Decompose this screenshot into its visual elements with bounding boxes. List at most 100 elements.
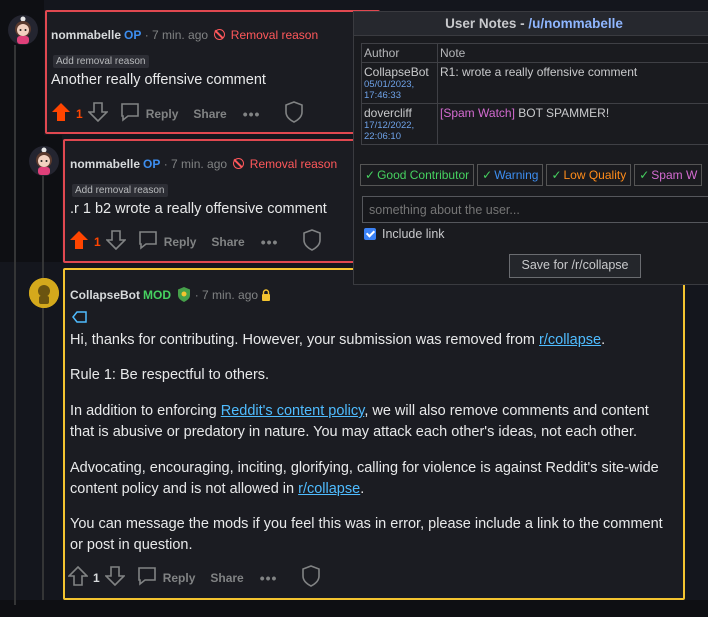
downvote-icon[interactable] [86,101,109,127]
check-icon: ✓ [639,168,650,182]
score: 1 [76,107,83,121]
comment-meta: CollapseBot MOD · 7 min. ago [70,287,271,305]
op-badge: OP [124,28,142,42]
note-type-low-quality[interactable]: ✓ Low Quality [546,164,632,186]
note-type-spam-watch[interactable]: ✓ Spam W [634,164,703,186]
avatar[interactable] [8,15,38,45]
op-badge: OP [143,157,161,171]
avatar[interactable] [29,146,59,176]
check-icon: ✓ [365,168,376,182]
lock-icon [261,289,271,304]
note-text: BOT SPAMMER! [514,106,610,120]
reply-icon[interactable] [120,102,140,127]
timestamp[interactable]: · 7 min. ago [145,28,208,42]
share-button[interactable]: Share [211,235,244,249]
reply-icon[interactable] [138,230,158,255]
removal-reason-link[interactable]: Removal reason [231,28,318,42]
note-type-good-contributor[interactable]: ✓ Good Contributor [360,164,475,186]
timestamp[interactable]: · 7 min. ago [164,157,227,171]
include-link-checkbox[interactable] [364,228,376,240]
comment-body-p3-line2: that is abusive or predatory in nature. … [70,424,638,440]
downvote-icon[interactable] [104,229,127,255]
comment-body-p5-line1: You can message the mods if you feel thi… [70,516,663,532]
check-icon: ✓ [551,168,562,182]
comment-body: Another really offensive comment [51,72,266,88]
author-name[interactable]: nommabelle [70,157,140,171]
comment-body-p1: Hi, thanks for contributing. However, yo… [70,332,605,348]
downvote-icon[interactable] [103,565,126,591]
upvote-icon[interactable] [67,565,89,591]
note-date: 17/12/2022, [364,120,415,131]
note-type-label: Good Contributor [377,168,470,182]
comment-body-p5-line2: or post in question. [70,537,193,553]
shield-icon[interactable] [284,100,304,128]
author-name[interactable]: CollapseBot [70,288,140,302]
timestamp[interactable]: · 7 min. ago [195,288,258,302]
share-button[interactable]: Share [210,571,243,585]
note-author: dovercliff [364,106,412,120]
column-author: Author [361,43,438,63]
note-author-cell: CollapseBot 05/01/2023, 17:46:33 [361,62,438,104]
reply-icon[interactable] [137,566,157,591]
thread-line[interactable] [14,45,16,605]
note-time: 17:46:33 [364,90,401,101]
tag-icon[interactable] [72,310,88,328]
bottom-gutter [0,600,708,617]
include-link-label: Include link [382,227,445,241]
upvote-icon[interactable] [51,102,71,127]
add-removal-reason-button[interactable]: Add removal reason [53,55,149,68]
check-icon: ✓ [482,168,493,182]
note-text: R1: wrote a really offensive comment [437,62,708,104]
shield-icon[interactable] [302,228,322,256]
body-text: . [360,481,365,497]
note-type-label: Spam W [651,168,698,182]
content-policy-link[interactable]: Reddit's content policy [221,403,365,419]
subreddit-link[interactable]: r/collapse [539,332,601,348]
reply-button[interactable]: Reply [146,107,179,121]
note-author: CollapseBot [364,65,429,79]
comment-body-p4: content policy and is not allowed in r/c… [70,481,364,497]
reply-button[interactable]: Reply [163,571,196,585]
score: 1 [93,571,100,585]
user-notes-title[interactable]: User Notes - /u/nommabelle [354,12,708,36]
more-options-icon[interactable]: ••• [243,106,261,122]
username: /u/nommabelle [528,16,623,31]
add-removal-reason-button[interactable]: Add removal reason [72,184,168,197]
note-type-warning[interactable]: ✓ Warning [477,164,544,186]
table-row[interactable]: dovercliff 17/12/2022, 22:06:10 [Spam Wa… [361,103,708,145]
note-type-tag: [Spam Watch] [440,106,515,120]
save-button[interactable]: Save for /r/collapse [509,254,641,278]
comment-body-p2: Rule 1: Be respectful to others. [70,367,270,383]
user-notes-popup: User Notes - /u/nommabelle Author Note C… [353,11,708,285]
more-options-icon[interactable]: ••• [260,570,278,586]
comment-actions: 1 Reply Share ••• [69,228,322,256]
note-input[interactable] [362,196,708,223]
subreddit-link[interactable]: r/collapse [298,481,360,497]
note-author-cell: dovercliff 17/12/2022, 22:06:10 [361,103,438,145]
more-options-icon[interactable]: ••• [261,234,279,250]
upvote-icon[interactable] [69,230,89,255]
author-name[interactable]: nommabelle [51,28,121,42]
comment-body-p4-line1: Advocating, encouraging, inciting, glori… [70,460,659,476]
removal-reason-link[interactable]: Removal reason [250,157,337,171]
removal-icon [233,158,245,169]
reply-button[interactable]: Reply [164,235,197,249]
comment-body: .r 1 b2 wrote a really offensive comment [70,201,327,217]
comment-body-p3: In addition to enforcing Reddit's conten… [70,403,649,419]
score: 1 [94,235,101,249]
include-link-option: Include link [364,227,445,241]
notes-table: Author Note CollapseBot 05/01/2023, 17:4… [361,43,708,145]
title-prefix: User Notes - [445,16,529,31]
note-time: 22:06:10 [364,131,401,142]
avatar[interactable] [29,278,59,308]
body-text: content policy and is not allowed in [70,481,299,497]
shield-badge-icon [177,287,191,305]
body-text: In addition to enforcing [70,403,221,419]
share-button[interactable]: Share [193,107,226,121]
body-text: . [601,332,606,348]
shield-icon[interactable] [301,564,321,592]
thread-line[interactable] [42,170,44,600]
comment-meta: nommabelle OP · 7 min. ago Removal reason [51,28,318,42]
table-row[interactable]: CollapseBot 05/01/2023, 17:46:33 R1: wro… [361,62,708,104]
note-type-selector: ✓ Good Contributor ✓ Warning ✓ Low Quality … [360,164,703,186]
